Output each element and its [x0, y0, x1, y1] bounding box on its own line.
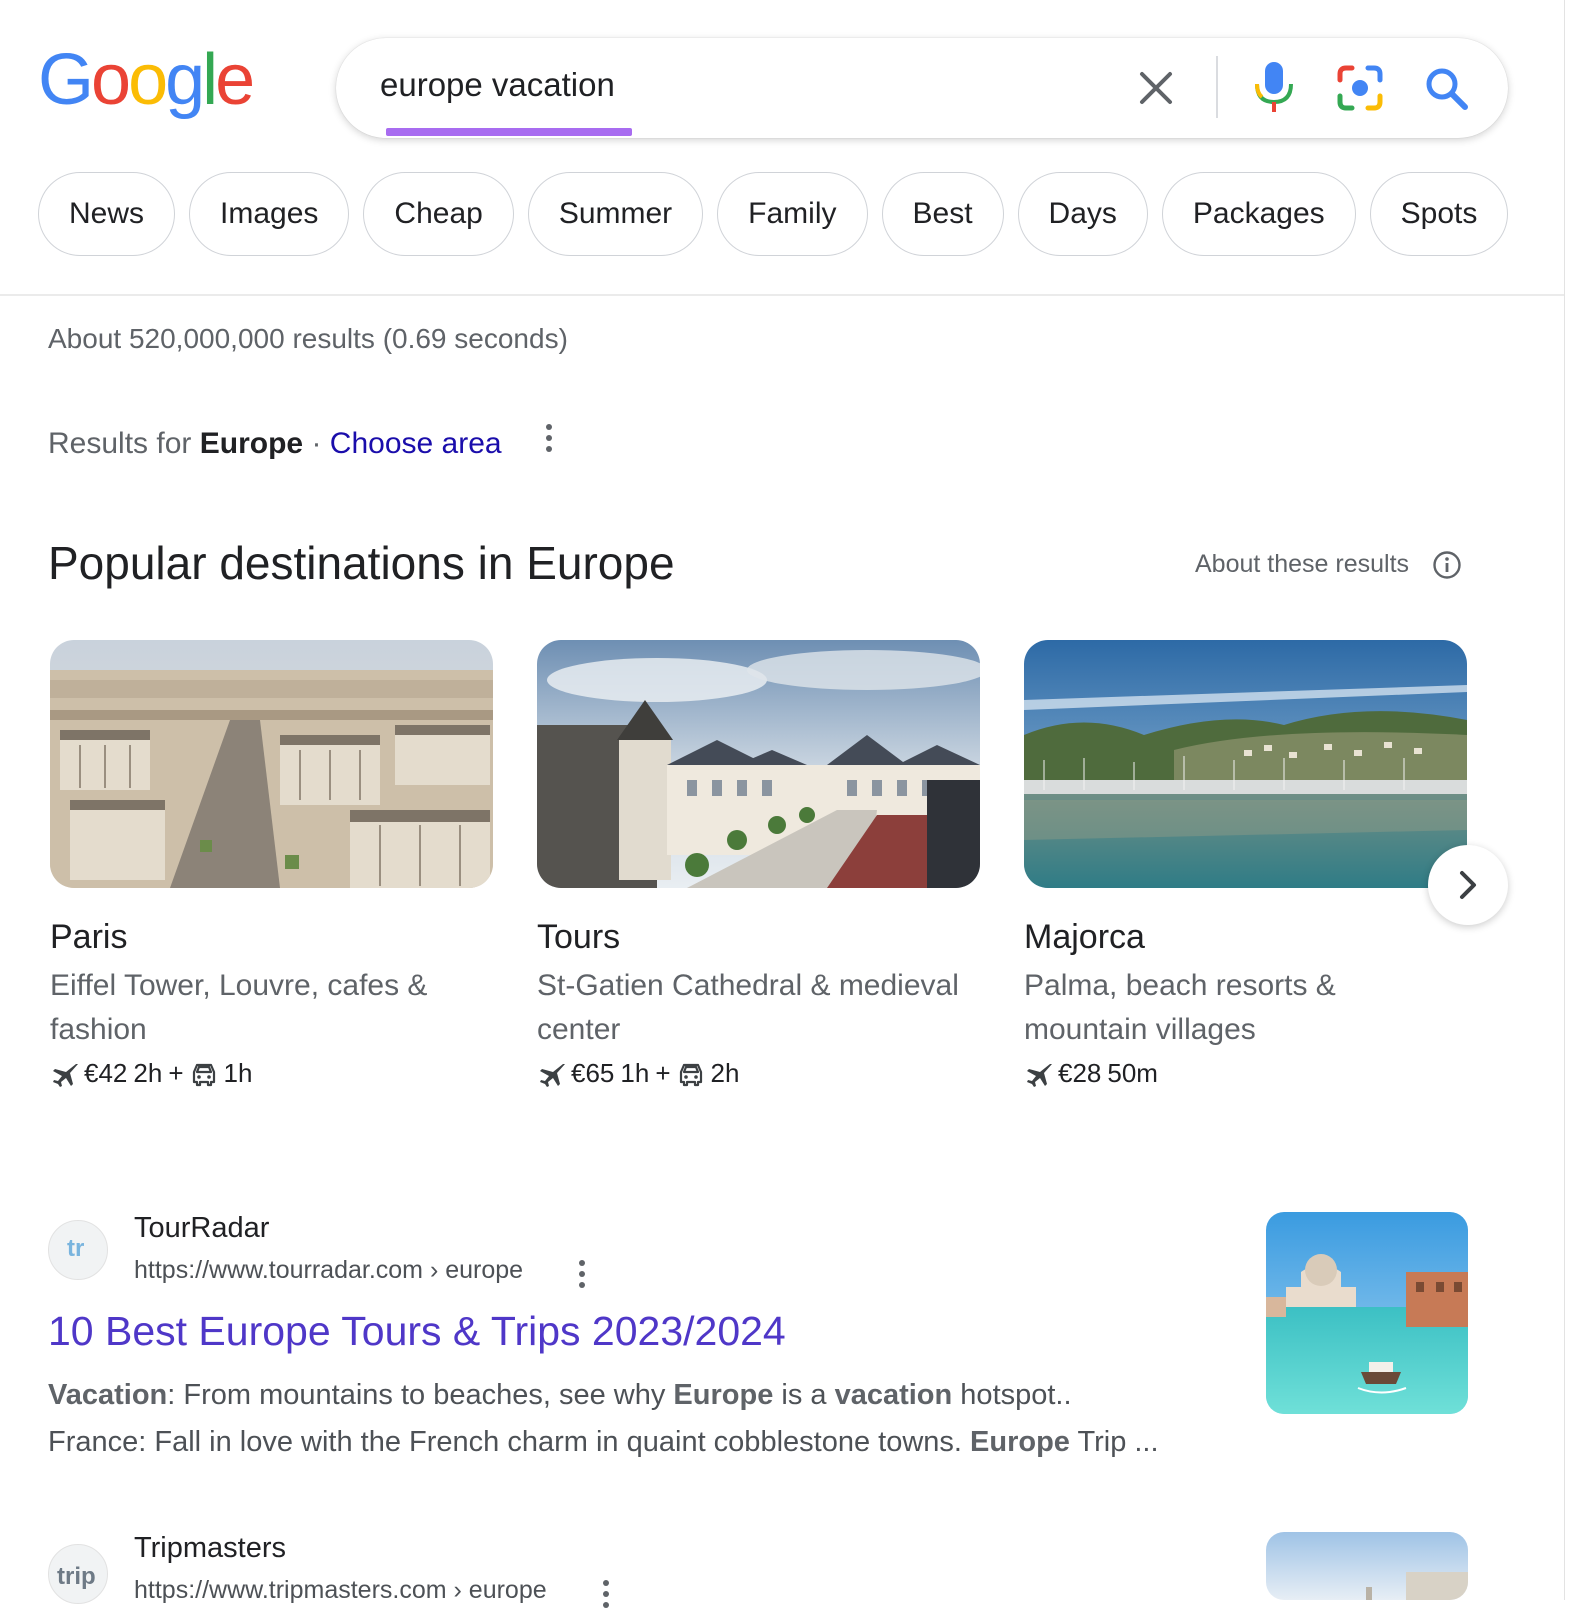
snippet-text: France: Fall in love with the French cha…: [48, 1426, 971, 1458]
snippet-highlight: Vacation: [48, 1379, 168, 1411]
chip-images[interactable]: Images: [189, 172, 350, 256]
search-box-divider: [1216, 56, 1218, 118]
drive-duration: 1h: [223, 1058, 253, 1088]
site-favicon: tr: [48, 1220, 108, 1280]
snippet-highlight: Europe: [673, 1379, 774, 1411]
snippet-text: : From mountains to beaches, see why: [167, 1379, 674, 1411]
snippet-highlight: vacation: [834, 1379, 953, 1411]
travel-info: €28 50m: [1024, 1058, 1158, 1089]
snippet-line-2: France: Fall in love with the French cha…: [48, 1419, 1228, 1466]
google-logo[interactable]: Google: [38, 40, 255, 120]
destination-description: Eiffel Tower, Louvre, cafes & fashion: [50, 969, 428, 1046]
choose-area-link[interactable]: Choose area: [330, 427, 502, 460]
info-icon[interactable]: [1432, 550, 1462, 580]
airplane-icon: [53, 1063, 78, 1087]
favicon-text: tr: [67, 1235, 85, 1262]
logo-letter: o: [128, 40, 168, 120]
chip-spots[interactable]: Spots: [1369, 172, 1509, 256]
flight-duration: 1h: [620, 1058, 650, 1088]
logo-letter: l: [202, 40, 218, 120]
destination-card-majorca[interactable]: Majorca Palma, beach resorts & mountain …: [1024, 640, 1467, 1088]
region-line: Results for Europe · Choose area: [48, 427, 502, 461]
destination-description: Palma, beach resorts & mountain villages: [1024, 969, 1336, 1046]
search-result: trip Tripmasters https://www.tripmasters…: [48, 1532, 1468, 1608]
more-vert-icon[interactable]: [577, 1260, 587, 1296]
destination-description: St-Gatien Cathedral & medieval center: [537, 969, 959, 1046]
snippet-text: hotspot..: [952, 1379, 1072, 1411]
site-name[interactable]: TourRadar: [134, 1212, 269, 1245]
search-result: tr TourRadar https://www.tourradar.com ›…: [48, 1212, 1468, 1458]
logo-letter: o: [91, 40, 131, 120]
site-favicon: trip: [48, 1544, 108, 1604]
paris-photo[interactable]: [50, 640, 493, 888]
car-icon: [679, 1063, 702, 1086]
result-title-link[interactable]: 10 Best Europe Tours & Trips 2023/2024: [48, 1308, 786, 1355]
filter-chips: News Images Cheap Summer Family Best Day…: [38, 172, 1509, 258]
flight-duration: 50m: [1107, 1058, 1158, 1088]
page-right-border: [1564, 0, 1565, 1600]
logo-letter: G: [38, 40, 94, 120]
site-url[interactable]: https://www.tourradar.com › europe: [134, 1256, 523, 1285]
chip-news[interactable]: News: [38, 172, 176, 256]
snippet-line-1: Vacation: From mountains to beaches, see…: [48, 1372, 1228, 1419]
chip-best[interactable]: Best: [881, 172, 1004, 256]
region-prefix: Results for: [48, 427, 192, 460]
search-box[interactable]: europe vacation: [336, 38, 1508, 138]
site-url[interactable]: https://www.tripmasters.com › europe: [134, 1576, 547, 1605]
chip-packages[interactable]: Packages: [1161, 172, 1356, 256]
chip-family[interactable]: Family: [717, 172, 868, 256]
favicon-text: trip: [57, 1563, 96, 1590]
travel-plus: +: [168, 1058, 184, 1088]
chip-days[interactable]: Days: [1017, 172, 1148, 256]
header-divider: [0, 294, 1564, 296]
airplane-icon: [540, 1063, 565, 1087]
majorca-photo[interactable]: [1024, 640, 1467, 888]
travel-price: €42: [84, 1058, 128, 1088]
logo-letter: g: [165, 40, 205, 120]
drive-duration: 2h: [710, 1058, 740, 1088]
search-underline: [386, 128, 632, 136]
result-snippet: Vacation: From mountains to beaches, see…: [48, 1372, 1228, 1466]
travel-info: €42 2h + 1h: [50, 1058, 252, 1089]
airplane-icon: [1027, 1063, 1052, 1087]
microphone-icon[interactable]: [1252, 60, 1296, 116]
logo-letter: e: [215, 40, 255, 120]
destinations-title: Popular destinations in Europe: [48, 537, 675, 589]
destination-card-tours[interactable]: Tours St-Gatien Cathedral & medieval cen…: [537, 640, 980, 1088]
about-results-link[interactable]: About these results: [1195, 550, 1409, 579]
travel-plus: +: [655, 1058, 671, 1088]
camera-lens-icon[interactable]: [1336, 64, 1384, 112]
tours-photo[interactable]: [537, 640, 980, 888]
chip-summer[interactable]: Summer: [527, 172, 704, 256]
region-place: Europe: [199, 427, 304, 460]
travel-price: €28: [1058, 1058, 1102, 1088]
result-thumbnail[interactable]: [1266, 1532, 1468, 1600]
chip-cheap[interactable]: Cheap: [363, 172, 514, 256]
flight-duration: 2h: [133, 1058, 163, 1088]
snippet-text: is a: [773, 1379, 835, 1411]
destination-name[interactable]: Paris: [50, 918, 127, 957]
region-separator: ·: [311, 427, 322, 460]
magnifier-icon[interactable]: [1422, 64, 1470, 112]
chevron-right-icon[interactable]: [1428, 845, 1508, 925]
destination-name[interactable]: Tours: [537, 918, 620, 957]
site-name[interactable]: Tripmasters: [134, 1532, 286, 1565]
more-vert-icon[interactable]: [601, 1580, 611, 1616]
result-thumbnail[interactable]: [1266, 1212, 1468, 1414]
snippet-highlight: Europe: [970, 1426, 1070, 1458]
more-vert-icon[interactable]: [544, 424, 554, 460]
search-input[interactable]: europe vacation: [380, 66, 615, 104]
travel-price: €65: [571, 1058, 615, 1088]
destination-card-paris[interactable]: Paris Eiffel Tower, Louvre, cafes & fash…: [50, 640, 493, 1088]
car-icon: [192, 1063, 215, 1086]
result-stats: About 520,000,000 results (0.69 seconds): [48, 323, 568, 354]
travel-info: €65 1h + 2h: [537, 1058, 739, 1089]
close-icon[interactable]: [1136, 68, 1176, 108]
snippet-text: Trip ...: [1069, 1426, 1159, 1458]
destination-name[interactable]: Majorca: [1024, 918, 1145, 957]
